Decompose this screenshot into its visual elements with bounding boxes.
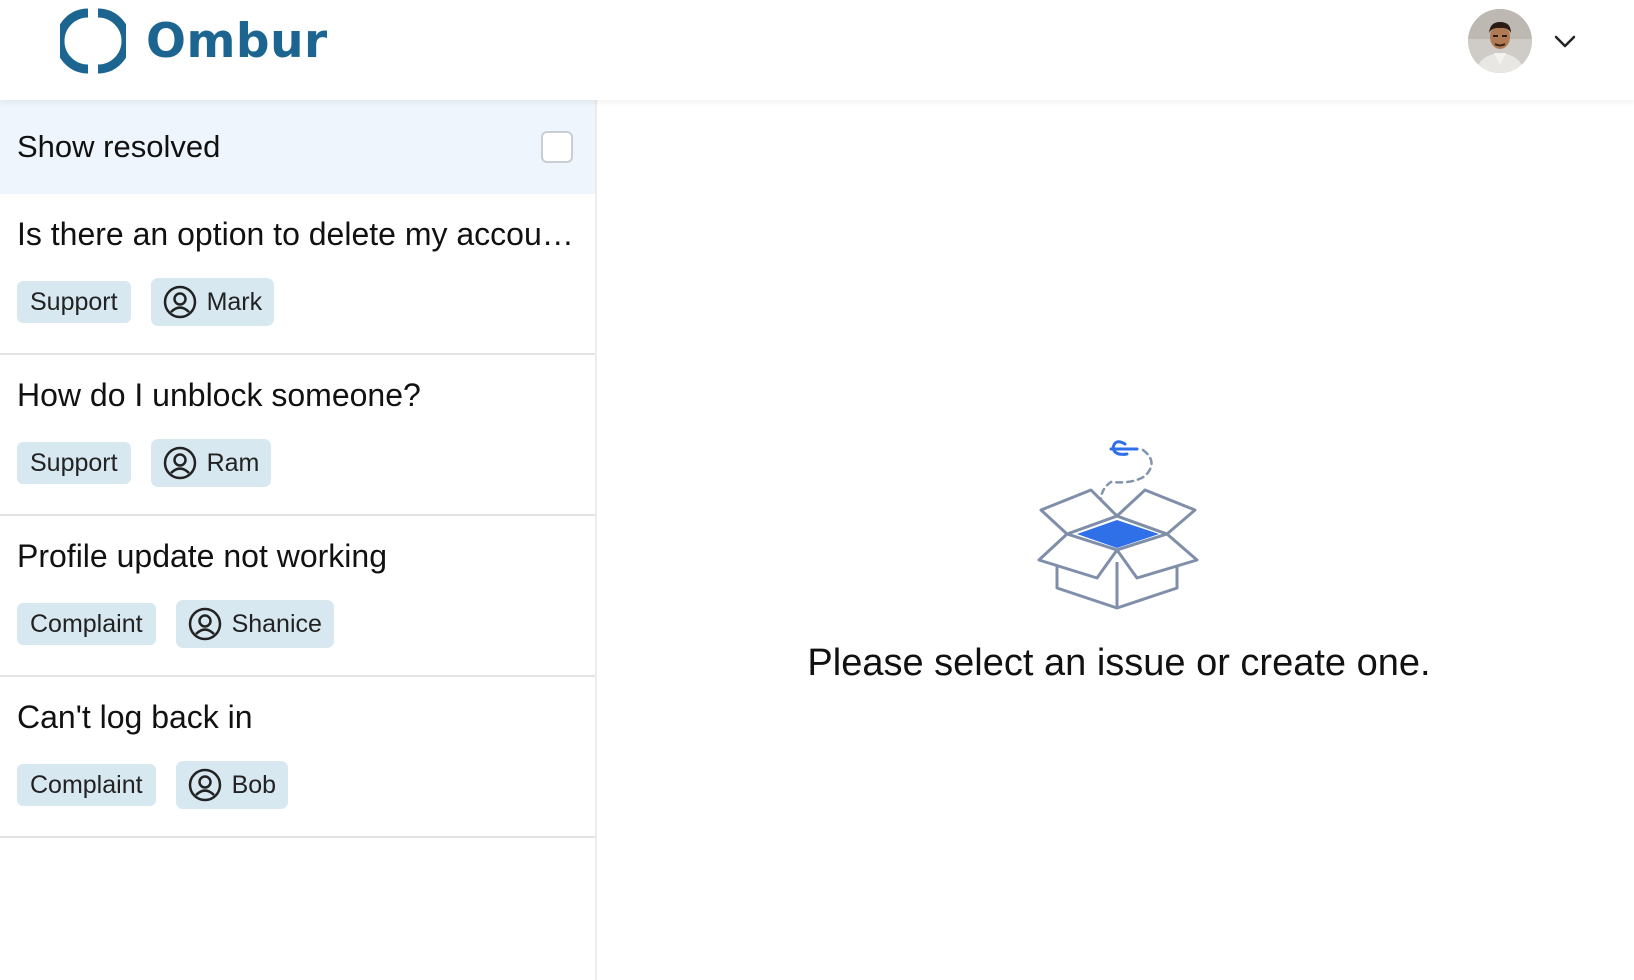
assignee-name: Shanice bbox=[231, 609, 322, 638]
category-tag: Complaint bbox=[17, 603, 156, 645]
user-circle-icon bbox=[163, 446, 196, 480]
chevron-down-icon[interactable] bbox=[1552, 28, 1578, 54]
issue-detail-pane: Please select an issue or create one. bbox=[597, 100, 1634, 980]
brand-name: Ombur bbox=[146, 13, 328, 69]
user-circle-icon bbox=[188, 768, 221, 802]
issue-item[interactable]: Profile update not working Complaint Sha… bbox=[0, 516, 595, 677]
ombur-logo-icon bbox=[60, 8, 126, 74]
empty-state-message: Please select an issue or create one. bbox=[807, 642, 1431, 684]
issue-title: Is there an option to delete my account? bbox=[17, 216, 578, 252]
show-resolved-checkbox[interactable] bbox=[541, 131, 573, 163]
issue-item[interactable]: Is there an option to delete my account?… bbox=[0, 194, 595, 355]
assignee-badge: Shanice bbox=[175, 600, 334, 648]
user-circle-icon bbox=[188, 607, 221, 641]
assignee-name: Ram bbox=[206, 448, 260, 477]
open-box-icon bbox=[1037, 440, 1199, 610]
issue-title: How do I unblock someone? bbox=[17, 377, 421, 413]
user-circle-icon bbox=[163, 285, 196, 319]
issue-item[interactable]: How do I unblock someone? Support Ram bbox=[0, 355, 595, 516]
issue-item[interactable]: Can't log back in Complaint Bob bbox=[0, 677, 595, 838]
category-tag: Support bbox=[17, 442, 131, 484]
show-resolved-label: Show resolved bbox=[17, 129, 221, 164]
user-menu[interactable] bbox=[1468, 9, 1578, 73]
category-tag: Support bbox=[17, 281, 131, 323]
user-avatar[interactable] bbox=[1468, 9, 1532, 73]
assignee-name: Mark bbox=[206, 287, 263, 316]
assignee-badge: Mark bbox=[150, 278, 275, 326]
assignee-badge: Bob bbox=[175, 761, 289, 809]
issue-title: Can't log back in bbox=[17, 699, 253, 735]
issues-sidebar: Show resolved Is there an option to dele… bbox=[0, 100, 597, 980]
category-tag: Complaint bbox=[17, 764, 156, 806]
assignee-name: Bob bbox=[231, 770, 277, 799]
user-avatar-photo bbox=[1468, 9, 1532, 73]
show-resolved-filter[interactable]: Show resolved bbox=[0, 100, 595, 194]
app-header: Ombur bbox=[0, 0, 1634, 100]
issue-title: Profile update not working bbox=[17, 538, 387, 574]
assignee-badge: Ram bbox=[150, 439, 272, 487]
brand[interactable]: Ombur bbox=[60, 8, 328, 74]
